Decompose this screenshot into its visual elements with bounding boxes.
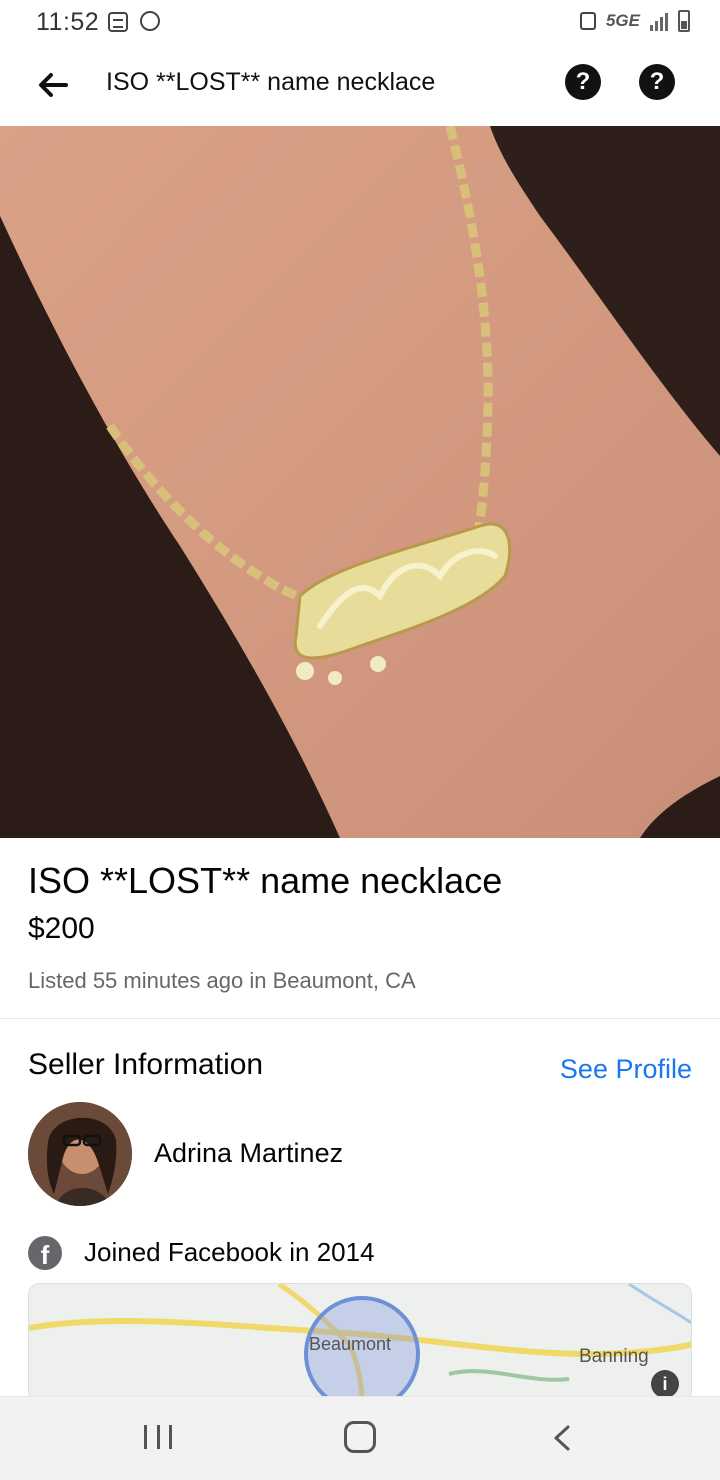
network-type: 5GE [605,11,640,30]
help-icon[interactable]: ? [565,64,601,100]
necklace-photo-illustration [0,126,720,838]
nav-back-icon[interactable] [548,1423,578,1453]
signal-icon [650,11,668,31]
header-title: ISO **LOST** name necklace [106,68,436,96]
map-label-banning: Banning [579,1346,649,1367]
battery-icon [678,10,690,32]
listing-photo[interactable] [0,126,720,838]
seller-heading: Seller Information [28,1048,264,1081]
recents-icon[interactable] [144,1425,172,1451]
location-map[interactable]: Beaumont Banning i [28,1283,692,1403]
app-header: ISO **LOST** name necklace ? ? [0,44,720,126]
help-icon[interactable]: ? [639,64,675,100]
joined-facebook: Joined Facebook in 2014 [84,1237,375,1267]
section-divider [0,1018,720,1019]
status-time: 11:52 [36,8,100,36]
status-bar: 11:52 5GE [0,0,720,44]
map-label-beaumont: Beaumont [309,1334,392,1354]
notification-icon [108,12,128,32]
seller-name[interactable]: Adrina Martinez [154,1138,343,1169]
info-icon[interactable]: i [651,1370,679,1398]
listing-title: ISO **LOST** name necklace [28,860,503,901]
sync-icon [140,11,160,31]
back-arrow-icon[interactable] [36,68,70,102]
avatar-image [28,1102,132,1206]
listing-meta: Listed 55 minutes ago in Beaumont, CA [28,968,416,993]
see-profile-link[interactable]: See Profile [560,1054,692,1085]
lock-icon [579,12,596,30]
facebook-icon: f [28,1236,62,1270]
listing-price: $200 [28,912,95,945]
system-nav-bar [0,1396,720,1480]
avatar[interactable] [28,1102,132,1206]
status-indicators: 5GE [579,10,690,32]
home-icon[interactable] [344,1421,376,1453]
